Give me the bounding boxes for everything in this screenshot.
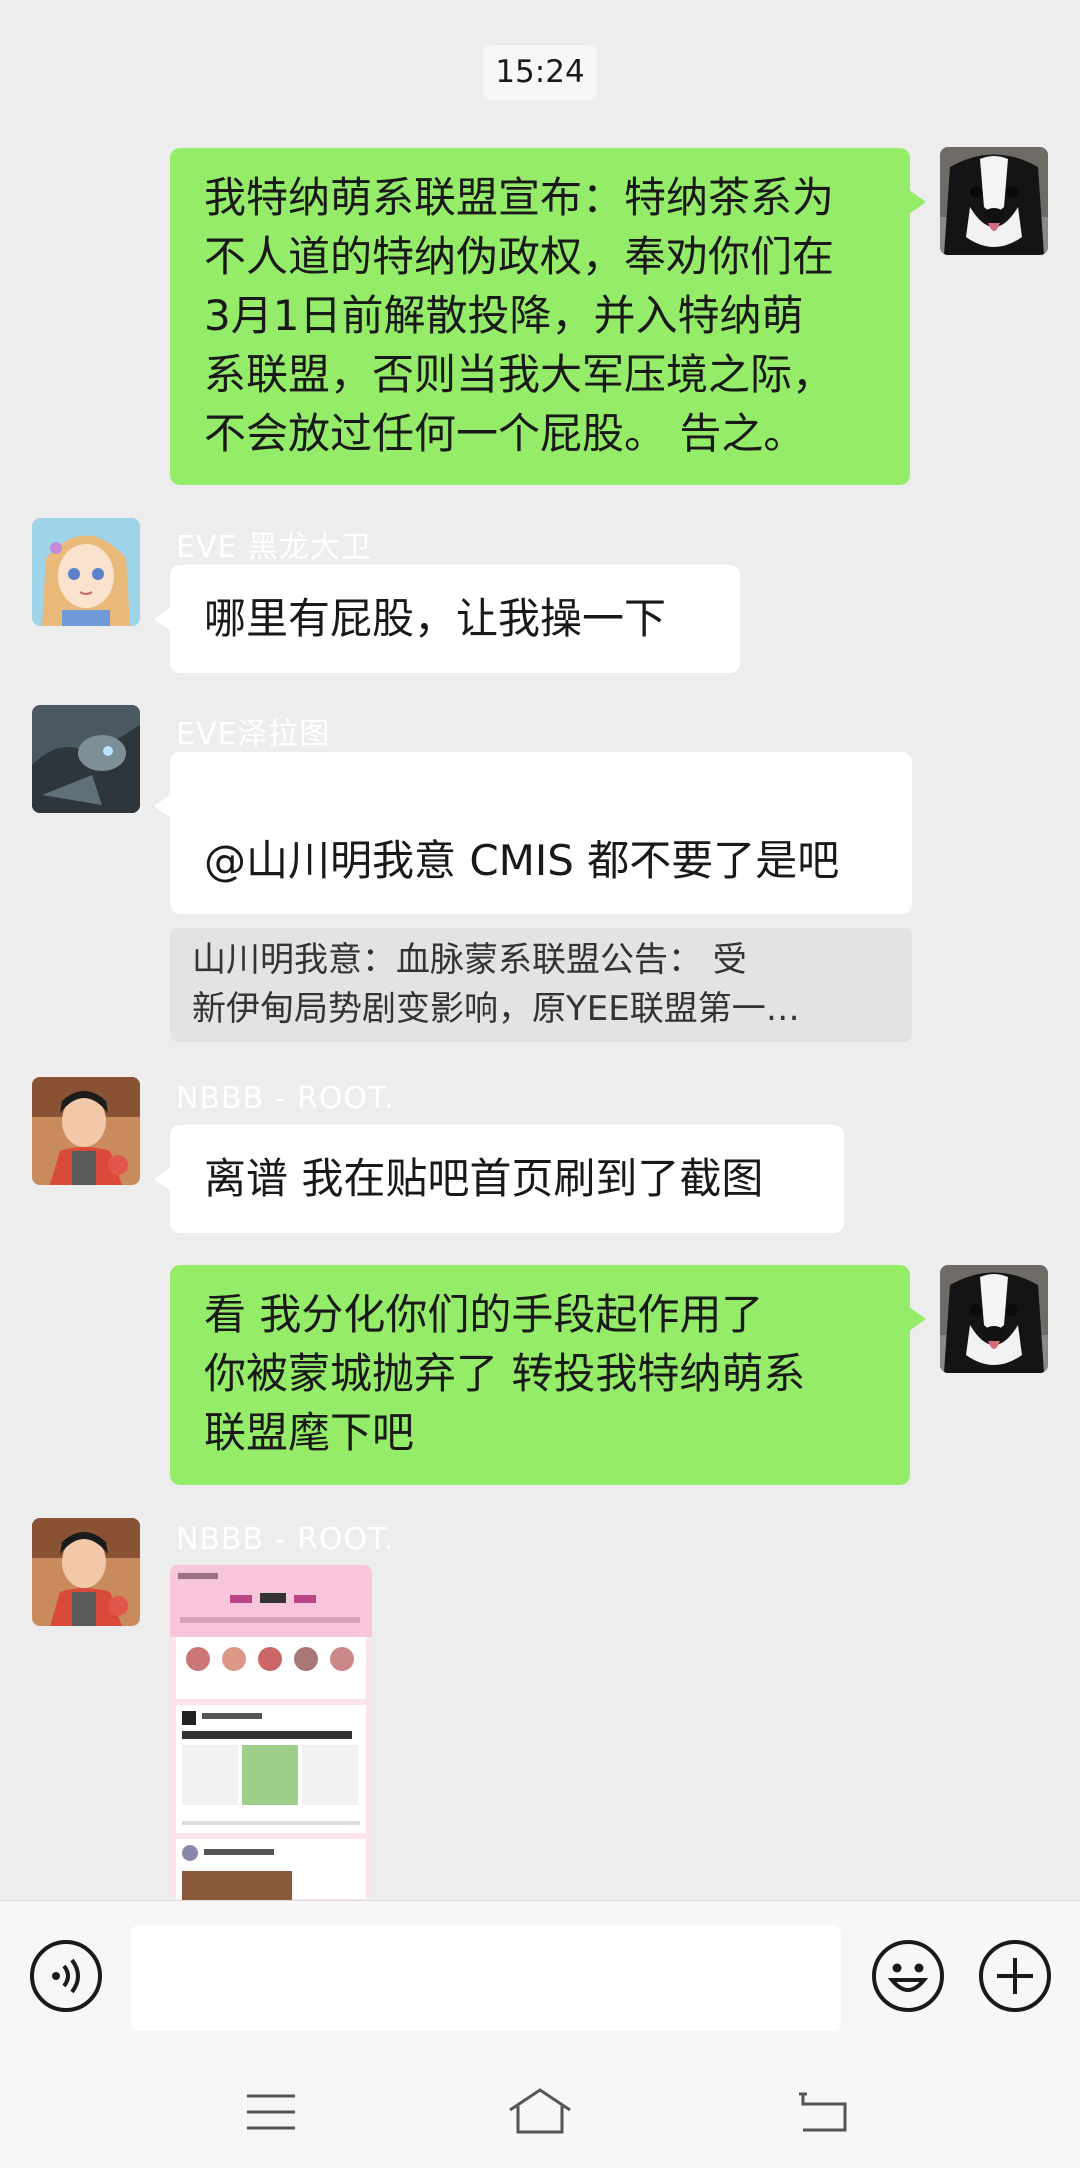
chat-area[interactable]: 15:24 我特纳萌系联盟宣布：特纳茶系为 不人道的特纳伪政权，奉劝你们在 3月…: [0, 0, 1080, 1900]
sender-name: EVE泽拉图: [176, 717, 331, 752]
my-avatar[interactable]: [940, 147, 1048, 255]
sender-avatar[interactable]: [32, 1518, 140, 1626]
sender-name: EVE 黑龙大卫: [176, 530, 372, 565]
my-message-bubble[interactable]: 看 我分化你们的手段起作用了 你被蒙城抛弃了 转投我特纳萌系 联盟麾下吧: [170, 1265, 926, 1485]
sender-avatar[interactable]: [32, 518, 140, 626]
image-message-thumbnail[interactable]: [170, 1565, 372, 1900]
my-avatar[interactable]: [940, 1265, 1048, 1373]
quoted-message[interactable]: 山川明我意：血脉蒙系联盟公告： 受 新伊甸局势剧变影响，原YEE联盟第一…: [170, 928, 912, 1042]
quote-line: 山川明我意：血脉蒙系联盟公告： 受: [192, 940, 747, 980]
message-bubble[interactable]: 离谱 我在贴吧首页刷到了截图: [154, 1125, 844, 1233]
message-bubble[interactable]: 哪里有屁股，让我操一下: [154, 565, 740, 673]
my-message-bubble[interactable]: 我特纳萌系联盟宣布：特纳茶系为 不人道的特纳伪政权，奉劝你们在 3月1日前解散投…: [170, 148, 926, 485]
sender-avatar[interactable]: [32, 705, 140, 813]
sender-name: NBBB - ROOT.: [176, 1081, 395, 1116]
message-bubble[interactable]: @山川明我意 CMIS 都不要了是吧: [154, 752, 912, 998]
menu-icon[interactable]: [245, 2092, 297, 2136]
message-input[interactable]: [131, 1925, 841, 2031]
input-bar: [0, 1900, 1080, 2051]
voice-icon[interactable]: [28, 1938, 104, 2018]
sender-name: NBBB - ROOT.: [176, 1522, 395, 1557]
home-icon[interactable]: [506, 2086, 574, 2140]
back-icon[interactable]: [795, 2090, 851, 2138]
sender-avatar[interactable]: [32, 1077, 140, 1185]
timestamp: 15:24: [483, 45, 597, 100]
message-text: @山川明我意 CMIS 都不要了是吧: [204, 836, 840, 885]
emoji-icon[interactable]: [870, 1938, 946, 2018]
system-nav-bar: [0, 2050, 1080, 2168]
plus-icon[interactable]: [977, 1938, 1053, 2018]
quote-line: 新伊甸局势剧变影响，原YEE联盟第一…: [192, 989, 800, 1029]
